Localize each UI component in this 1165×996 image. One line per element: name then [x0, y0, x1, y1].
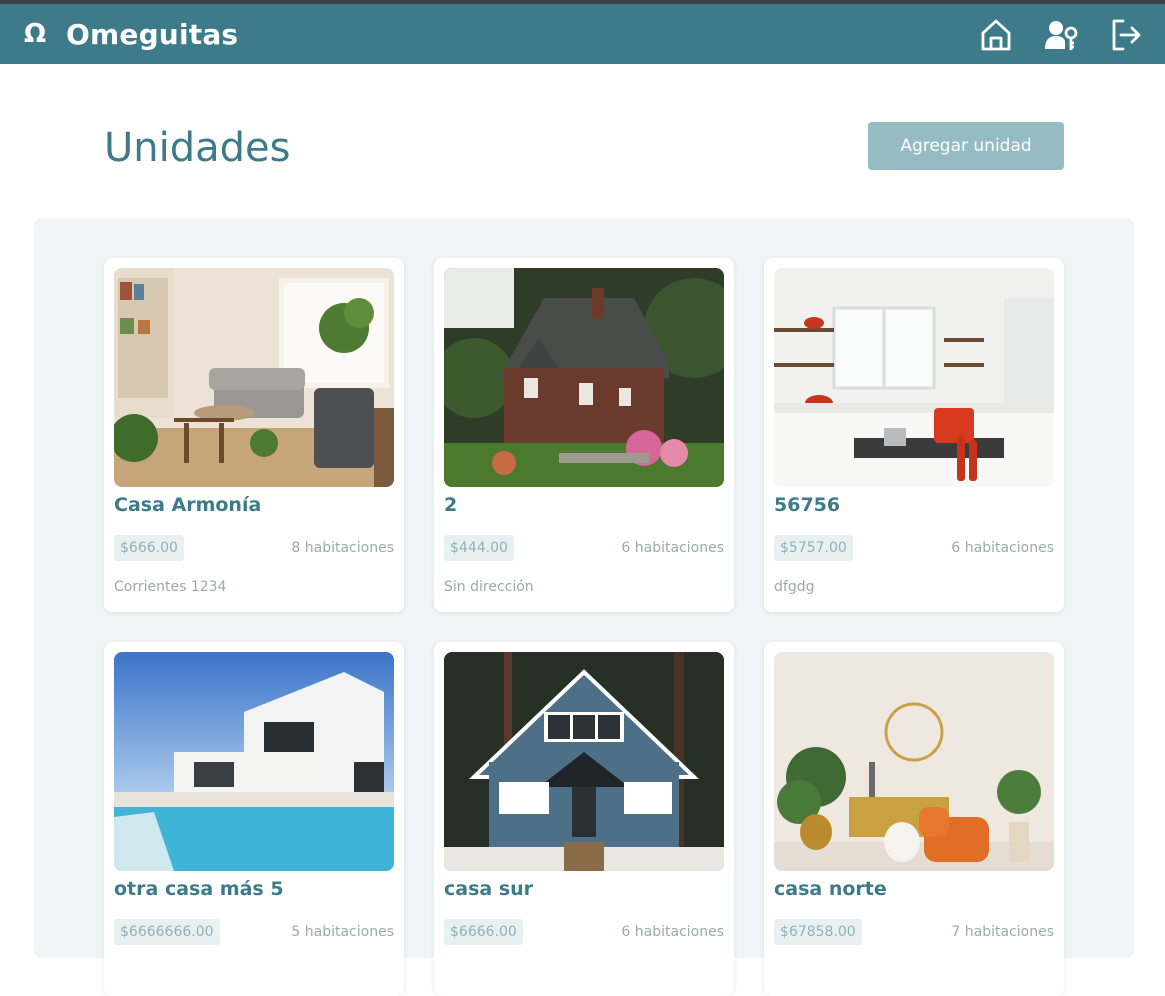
- brand[interactable]: Ω Omeguitas: [22, 4, 238, 64]
- unit-rooms: 6 habitaciones: [621, 540, 724, 556]
- units-panel: Casa Armonía $666.00 8 habitaciones Corr…: [34, 218, 1134, 996]
- page-title: Unidades: [104, 125, 291, 171]
- unit-name: 2: [444, 494, 458, 516]
- unit-photo-brick-cottage: [444, 268, 724, 487]
- unit-price-badge: $6666666.00: [114, 919, 220, 945]
- unit-card[interactable]: Casa Armonía $666.00 8 habitaciones Corr…: [104, 258, 404, 612]
- brand-name: Omeguitas: [66, 17, 239, 51]
- unit-photo-blue-cabin: [444, 652, 724, 871]
- user-key-icon[interactable]: [1044, 18, 1078, 52]
- unit-name: Casa Armonía: [114, 494, 262, 516]
- unit-card[interactable]: casa sur $6666.00 6 habitaciones: [434, 642, 734, 996]
- unit-name: 56756: [774, 494, 841, 516]
- unit-card[interactable]: otra casa más 5 $6666666.00 5 habitacion…: [104, 642, 404, 996]
- unit-photo-modern-villa-pool: [114, 652, 394, 871]
- unit-address: dfgdg: [774, 579, 815, 595]
- unit-address: Sin dirección: [444, 579, 534, 595]
- navbar: Ω Omeguitas: [0, 4, 1165, 64]
- unit-rooms: 7 habitaciones: [951, 924, 1054, 940]
- unit-rooms: 5 habitaciones: [291, 924, 394, 940]
- logout-icon[interactable]: [1109, 18, 1143, 52]
- unit-price-badge: $6666.00: [444, 919, 523, 945]
- unit-rooms: 6 habitaciones: [621, 924, 724, 940]
- add-unit-button[interactable]: Agregar unidad: [868, 122, 1064, 170]
- unit-price-badge: $666.00: [114, 535, 184, 561]
- unit-name: otra casa más 5: [114, 878, 284, 900]
- unit-price-badge: $444.00: [444, 535, 514, 561]
- unit-card[interactable]: casa norte $67858.00 7 habitaciones: [764, 642, 1064, 996]
- unit-address: Corrientes 1234: [114, 579, 227, 595]
- unit-name: casa norte: [774, 878, 887, 900]
- unit-price-badge: $67858.00: [774, 919, 862, 945]
- unit-photo-orange-armchair-room: [774, 652, 1054, 871]
- unit-card[interactable]: 2 $444.00 6 habitaciones Sin dirección: [434, 258, 734, 612]
- unit-photo-living-room: [114, 268, 394, 487]
- unit-price-badge: $5757.00: [774, 535, 853, 561]
- home-icon[interactable]: [979, 18, 1013, 52]
- unit-photo-white-kitchen: [774, 268, 1054, 487]
- unit-rooms: 6 habitaciones: [951, 540, 1054, 556]
- unit-card[interactable]: 56756 $5757.00 6 habitaciones dfgdg: [764, 258, 1064, 612]
- unit-name: casa sur: [444, 878, 534, 900]
- omega-logo-icon: Ω: [23, 19, 47, 49]
- unit-rooms: 8 habitaciones: [291, 540, 394, 556]
